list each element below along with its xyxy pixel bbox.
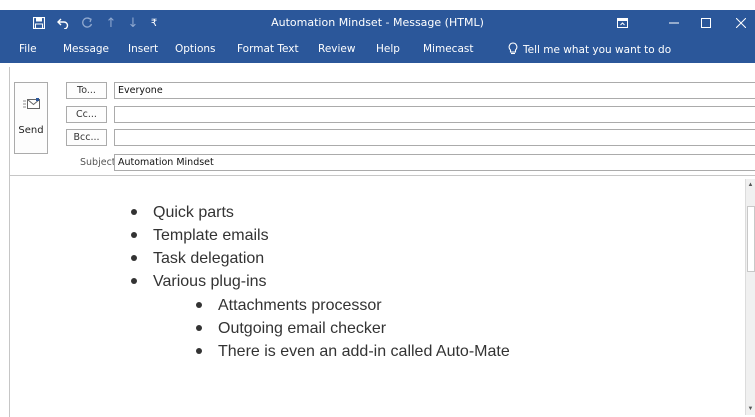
background-text-strip (0, 0, 755, 10)
bullet-dot (131, 209, 137, 215)
bullet-dot (131, 255, 137, 261)
ribbon-tabs: File Message Insert Options Format Text … (0, 36, 755, 63)
maximize-icon[interactable] (698, 10, 714, 36)
body-scrollbar[interactable]: ▲ ▼ (745, 179, 755, 415)
tab-mimecast[interactable]: Mimecast (423, 36, 473, 63)
tab-insert[interactable]: Insert (128, 36, 158, 63)
compose-pane: Send To... Everyone Cc... Bcc... Subject… (0, 63, 755, 417)
tab-file[interactable]: File (19, 36, 37, 63)
bullet-dot (196, 325, 202, 331)
cc-button[interactable]: Cc... (66, 106, 107, 123)
bullet-dot (196, 302, 202, 308)
send-button[interactable]: Send (14, 82, 48, 154)
minimize-icon[interactable] (666, 10, 682, 36)
cc-field[interactable] (114, 106, 755, 123)
scroll-up-icon[interactable]: ▲ (746, 180, 755, 190)
to-button[interactable]: To... (66, 82, 107, 99)
bullet-dot (131, 278, 137, 284)
window-title: Automation Mindset - Message (HTML) (271, 16, 484, 29)
tell-me-text: Tell me what you want to do (523, 43, 672, 56)
bcc-button[interactable]: Bcc... (66, 129, 107, 146)
tab-help[interactable]: Help (376, 36, 400, 63)
subject-field[interactable]: Automation Mindset (114, 154, 755, 171)
close-icon[interactable] (733, 10, 749, 36)
lightbulb-icon (508, 41, 523, 58)
tab-options[interactable]: Options (175, 36, 216, 63)
tab-message[interactable]: Message (63, 36, 109, 63)
message-body[interactable] (9, 175, 755, 417)
send-icon (23, 97, 41, 116)
tab-format-text[interactable]: Format Text (237, 36, 299, 63)
ribbon-display-options-icon[interactable] (614, 10, 630, 36)
bcc-field[interactable] (114, 129, 755, 146)
scroll-thumb[interactable] (747, 206, 755, 272)
bullet-dot (131, 232, 137, 238)
bullet-dot (196, 348, 202, 354)
send-label: Send (18, 125, 44, 136)
title-bar: ↑ ↓ ₹ Automation Mindset - Message (HTML… (0, 10, 755, 36)
tab-review[interactable]: Review (318, 36, 355, 63)
tell-me-search[interactable]: Tell me what you want to do (508, 36, 671, 63)
subject-label: Subject (80, 157, 116, 168)
scroll-down-icon[interactable]: ▼ (746, 404, 755, 414)
to-field[interactable]: Everyone (114, 82, 755, 99)
